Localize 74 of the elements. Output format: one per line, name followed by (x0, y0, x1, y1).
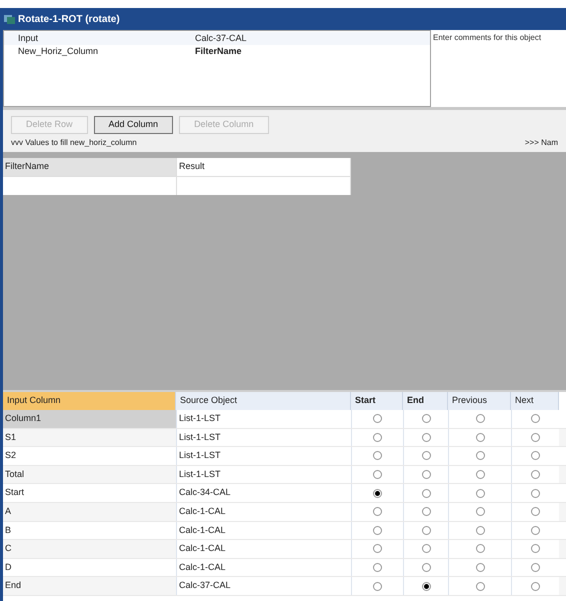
radio-button[interactable] (373, 470, 382, 480)
property-name: New_Horiz_Column (17, 44, 100, 58)
input-cell-text: D (4, 560, 12, 574)
radio-button[interactable] (531, 432, 540, 442)
input-cell-text: A (4, 505, 12, 518)
radio-button[interactable] (531, 526, 540, 535)
source-cell: Calc-1-CAL (176, 540, 351, 558)
input-cell-text: Start (4, 486, 26, 500)
property-value: Calc-37-CAL (195, 32, 247, 45)
column-header[interactable]: Input Column (3, 392, 176, 410)
radio-button[interactable] (422, 526, 430, 535)
column-header[interactable]: Next (511, 392, 559, 410)
radio-button[interactable] (531, 414, 540, 424)
source-cell: List-1-LST (176, 466, 351, 484)
column-header[interactable]: Previous (448, 392, 511, 410)
radio-button[interactable] (476, 414, 484, 424)
values-label: vvv Values to fill new_horiz_column (11, 137, 137, 149)
radio-button[interactable] (531, 582, 540, 591)
input-cell: Column1 (3, 410, 176, 428)
grid-header: FilterName (3, 158, 177, 177)
source-cell: List-1-LST (176, 428, 351, 446)
radio-button[interactable] (422, 488, 430, 498)
input-cell-text: S1 (4, 430, 18, 444)
radio-button[interactable] (373, 507, 382, 516)
input-cell-text: C (4, 542, 12, 556)
radio-button[interactable] (476, 526, 484, 535)
input-cell-text: End (4, 579, 22, 592)
radio-button[interactable] (476, 507, 484, 516)
radio-button[interactable] (422, 582, 430, 591)
radio-button[interactable] (422, 414, 430, 424)
property-name: Input (17, 32, 40, 45)
radio-button[interactable] (373, 563, 382, 572)
radio-button[interactable] (373, 582, 382, 591)
radio-button[interactable] (476, 451, 484, 460)
radio-button[interactable] (373, 432, 382, 442)
radio-button[interactable] (531, 470, 540, 480)
column-header[interactable]: End (403, 392, 448, 410)
names-label: >>> Nam (524, 137, 558, 149)
radio-button[interactable] (373, 488, 382, 498)
radio-button[interactable] (476, 582, 484, 591)
radio-button[interactable] (373, 414, 382, 424)
radio-button[interactable] (476, 488, 484, 498)
grid-cell[interactable] (177, 177, 351, 195)
grid-header: Result (177, 158, 351, 177)
radio-button[interactable] (531, 507, 540, 516)
input-cell-text: B (4, 524, 12, 537)
toolbar-button[interactable]: Add Column (94, 116, 174, 134)
column-header[interactable]: Start (351, 392, 403, 410)
radio-button[interactable] (531, 488, 540, 498)
radio-button[interactable] (422, 507, 430, 516)
radio-button[interactable] (476, 544, 484, 554)
radio-button[interactable] (422, 563, 430, 572)
radio-button[interactable] (531, 451, 540, 460)
radio-button[interactable] (476, 563, 484, 572)
radio-button[interactable] (422, 432, 430, 442)
radio-button[interactable] (531, 544, 540, 554)
radio-button[interactable] (476, 470, 484, 480)
source-cell: Calc-37-CAL (176, 577, 351, 595)
source-cell: Calc-1-CAL (176, 502, 351, 521)
grid-cell[interactable] (3, 177, 177, 195)
input-cell-text: Total (4, 468, 26, 481)
window-icon (4, 14, 15, 24)
window-title: Rotate-1-ROT (rotate) (18, 12, 120, 26)
radio-button[interactable] (422, 470, 430, 480)
radio-button[interactable] (373, 451, 382, 460)
radio-button[interactable] (373, 544, 382, 554)
column-header[interactable]: Source Object (176, 392, 351, 410)
property-value: FilterName (195, 44, 242, 58)
radio-button[interactable] (476, 432, 484, 442)
radio-button[interactable] (373, 526, 382, 535)
radio-button[interactable] (422, 451, 430, 460)
radio-button[interactable] (531, 563, 540, 572)
input-cell-text: S2 (4, 449, 18, 462)
radio-button[interactable] (422, 544, 430, 554)
